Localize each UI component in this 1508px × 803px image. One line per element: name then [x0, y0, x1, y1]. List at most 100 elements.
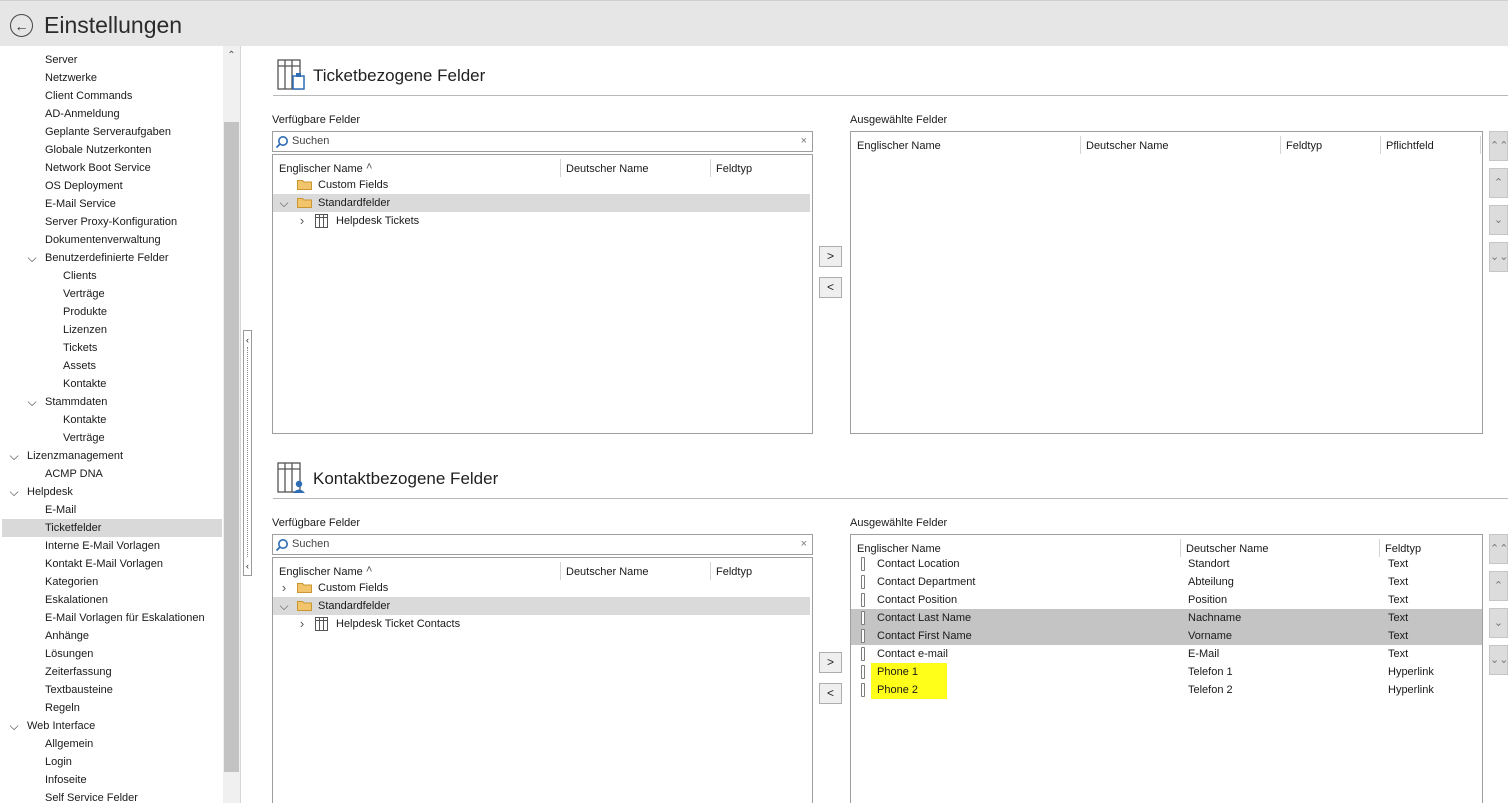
column-divider[interactable]: [1380, 136, 1381, 154]
column-divider[interactable]: [1280, 136, 1281, 154]
sidebar-item[interactable]: Textbausteine: [2, 681, 222, 699]
chevron-down-icon[interactable]: ⌵: [26, 249, 38, 267]
sidebar-item[interactable]: Kontakt E-Mail Vorlagen: [2, 555, 222, 573]
sidebar-item[interactable]: ⌵ Lizenzmanagement: [2, 447, 222, 465]
table-row[interactable]: Contact First Name Vorname Text: [851, 627, 1482, 645]
sidebar-item[interactable]: E-Mail Vorlagen für Eskalationen: [2, 609, 222, 627]
column-header[interactable]: Englischer Name: [279, 566, 363, 578]
column-divider[interactable]: [560, 159, 561, 177]
move-top-icon[interactable]: ⌃⌃: [1489, 131, 1508, 161]
add-field-button[interactable]: >: [819, 246, 842, 267]
column-header[interactable]: Pflichtfeld: [1386, 140, 1434, 152]
column-header[interactable]: Feldtyp: [716, 163, 752, 175]
table-row[interactable]: Phone 2 Telefon 2 Hyperlink: [851, 681, 1482, 699]
column-header[interactable]: Deutscher Name: [1186, 543, 1269, 555]
column-header[interactable]: Feldtyp: [1286, 140, 1322, 152]
column-header[interactable]: Feldtyp: [716, 566, 752, 578]
column-header[interactable]: Deutscher Name: [566, 163, 649, 175]
chevron-down-icon[interactable]: ⌵: [8, 483, 20, 501]
sidebar-item[interactable]: Ticketfelder: [2, 519, 222, 537]
sidebar-item[interactable]: Server Proxy-Konfiguration: [2, 213, 222, 231]
sidebar-item[interactable]: ⌵ Benutzerdefinierte Felder: [2, 249, 222, 267]
sidebar-item[interactable]: Tickets: [2, 339, 222, 357]
column-divider[interactable]: [1480, 136, 1481, 154]
sidebar-item[interactable]: AD-Anmeldung: [2, 105, 222, 123]
table-row[interactable]: Contact Department Abteilung Text: [851, 573, 1482, 591]
sidebar-item[interactable]: Infoseite: [2, 771, 222, 789]
column-divider[interactable]: [710, 562, 711, 580]
table-row[interactable]: Contact e-mail E-Mail Text: [851, 645, 1482, 663]
clear-icon[interactable]: ×: [801, 538, 807, 550]
sidebar-item[interactable]: Assets: [2, 357, 222, 375]
sidebar-item[interactable]: Anhänge: [2, 627, 222, 645]
sidebar-item[interactable]: Client Commands: [2, 87, 222, 105]
sidebar-item[interactable]: Globale Nutzerkonten: [2, 141, 222, 159]
move-down-icon[interactable]: ⌄: [1489, 608, 1508, 638]
column-header[interactable]: Englischer Name: [857, 543, 941, 555]
sidebar-item[interactable]: Netzwerke: [2, 69, 222, 87]
table-row[interactable]: Contact Position Position Text: [851, 591, 1482, 609]
sidebar-item[interactable]: Kategorien: [2, 573, 222, 591]
sidebar-item[interactable]: Lösungen: [2, 645, 222, 663]
tree-node[interactable]: › Helpdesk Tickets: [273, 212, 810, 230]
sidebar-item[interactable]: E-Mail: [2, 501, 222, 519]
sidebar-item[interactable]: ⌵ Stammdaten: [2, 393, 222, 411]
column-divider[interactable]: [710, 159, 711, 177]
sidebar-item[interactable]: Allgemein: [2, 735, 222, 753]
column-divider[interactable]: [560, 562, 561, 580]
selected-fields-grid[interactable]: Englischer Name Deutscher Name Feldtyp Cont…: [850, 534, 1483, 803]
sidebar-item[interactable]: Verträge: [2, 429, 222, 447]
table-row[interactable]: Contact Location Standort Text: [851, 555, 1482, 573]
sidebar-item[interactable]: Interne E-Mail Vorlagen: [2, 537, 222, 555]
table-row[interactable]: Contact Last Name Nachname Text: [851, 609, 1482, 627]
collapse-left-icon[interactable]: ‹: [244, 335, 251, 345]
sidebar-item[interactable]: Clients: [2, 267, 222, 285]
chevron-down-icon[interactable]: ⌵: [8, 717, 20, 735]
remove-field-button[interactable]: <: [819, 277, 842, 298]
sidebar-item[interactable]: Regeln: [2, 699, 222, 717]
sidebar-item[interactable]: ⌵ Web Interface: [2, 717, 222, 735]
available-fields-grid[interactable]: Englischer Name Deutscher Name Feldtyp ˄ Cus…: [272, 154, 813, 434]
add-field-button[interactable]: >: [819, 652, 842, 673]
chevron-right-icon[interactable]: ›: [296, 212, 308, 230]
move-up-icon[interactable]: ⌃: [1489, 571, 1508, 601]
sidebar-item[interactable]: Eskalationen: [2, 591, 222, 609]
sidebar-item[interactable]: Server: [2, 51, 222, 69]
collapse-left-icon[interactable]: ‹: [244, 561, 251, 571]
chevron-down-icon[interactable]: ⌵: [278, 194, 290, 212]
chevron-right-icon[interactable]: ›: [278, 579, 290, 597]
sidebar-item[interactable]: Lizenzen: [2, 321, 222, 339]
sidebar-item[interactable]: Network Boot Service: [2, 159, 222, 177]
scrollbar-thumb[interactable]: [224, 122, 239, 772]
move-up-icon[interactable]: ⌃: [1489, 168, 1508, 198]
sidebar-item[interactable]: Produkte: [2, 303, 222, 321]
available-fields-grid[interactable]: Englischer Name Deutscher Name Feldtyp ˄ › Cu…: [272, 557, 813, 803]
sidebar-item[interactable]: Login: [2, 753, 222, 771]
tree-node[interactable]: › Helpdesk Ticket Contacts: [273, 615, 810, 633]
panel-splitter[interactable]: ‹ ‹: [243, 330, 252, 576]
selected-fields-grid[interactable]: Englischer Name Deutscher Name Feldtyp Pfli…: [850, 131, 1483, 434]
sidebar-item[interactable]: Dokumentenverwaltung: [2, 231, 222, 249]
chevron-right-icon[interactable]: ›: [296, 615, 308, 633]
sidebar-item[interactable]: Self Service Felder: [2, 789, 222, 803]
remove-field-button[interactable]: <: [819, 683, 842, 704]
sidebar-item[interactable]: Geplante Serveraufgaben: [2, 123, 222, 141]
sidebar-item[interactable]: Kontakte: [2, 411, 222, 429]
back-arrow-icon[interactable]: ←: [10, 14, 33, 37]
clear-icon[interactable]: ×: [801, 135, 807, 147]
move-bottom-icon[interactable]: ⌄⌄: [1489, 242, 1508, 272]
column-header[interactable]: Englischer Name: [279, 163, 363, 175]
sidebar-item[interactable]: E-Mail Service: [2, 195, 222, 213]
chevron-down-icon[interactable]: ⌵: [278, 597, 290, 615]
sidebar-item[interactable]: ⌵ Helpdesk: [2, 483, 222, 501]
search-input[interactable]: Suchen ×: [272, 534, 813, 555]
chevron-down-icon[interactable]: ⌵: [26, 393, 38, 411]
tree-node[interactable]: › Custom Fields: [273, 579, 810, 597]
sidebar-item[interactable]: Zeiterfassung: [2, 663, 222, 681]
move-bottom-icon[interactable]: ⌄⌄: [1489, 645, 1508, 675]
column-header[interactable]: Deutscher Name: [1086, 140, 1169, 152]
sidebar-item[interactable]: OS Deployment: [2, 177, 222, 195]
column-header[interactable]: Feldtyp: [1385, 543, 1421, 555]
column-header[interactable]: Englischer Name: [857, 140, 941, 152]
column-divider[interactable]: [1080, 136, 1081, 154]
